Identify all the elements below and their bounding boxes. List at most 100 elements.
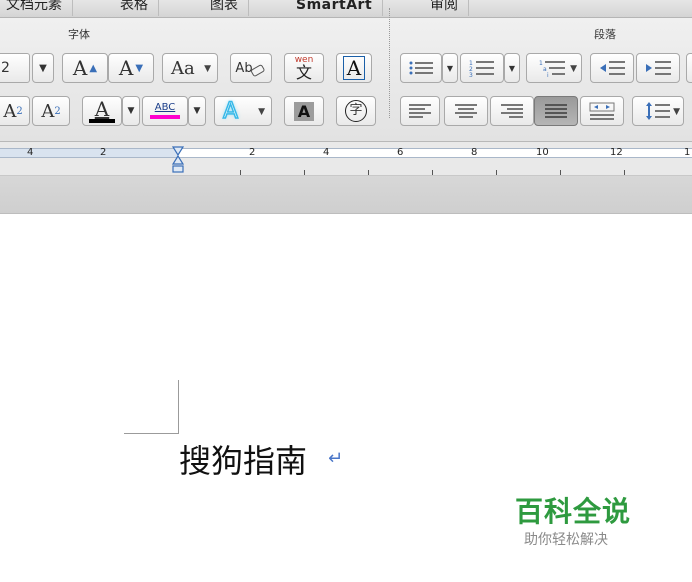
font-color-dropdown[interactable]: ▼ <box>122 96 140 126</box>
character-shading-label: A <box>293 101 315 121</box>
superscript-base: A <box>3 100 17 122</box>
ruler-label: 6 <box>397 147 404 158</box>
ruler-label: 4 <box>323 147 330 158</box>
align-center-button[interactable] <box>444 96 488 126</box>
paragraph-mark-icon: ↵ <box>328 448 344 469</box>
subscript-mark: 2 <box>54 105 61 117</box>
sort-button[interactable] <box>686 53 692 83</box>
ruler-label: 8 <box>471 147 478 158</box>
watermark-subtitle: 助你轻松解决 <box>524 532 608 548</box>
highlight-dropdown[interactable]: ▼ <box>188 96 206 126</box>
text-effects-button[interactable]: A ▼ <box>214 96 272 126</box>
margin-corner-horizontal <box>124 433 179 434</box>
chevron-down-icon: ▼ <box>127 106 135 116</box>
ruler-label: 10 <box>536 147 549 158</box>
multilevel-list-button[interactable]: 1ai ▼ <box>526 53 582 83</box>
enclose-characters-label: 字 <box>345 100 367 122</box>
ribbon-tab-bar: 文档元素 表格 图表 SmartArt 审阅 <box>0 0 692 18</box>
distributed-icon <box>589 102 615 120</box>
shrink-font-label: A <box>118 56 134 80</box>
caret-up-icon: ▲ <box>89 62 98 74</box>
highlight-button[interactable]: ABC <box>142 96 188 126</box>
subscript-button[interactable]: A2 <box>32 96 70 126</box>
superscript-button[interactable]: A2 <box>0 96 30 126</box>
ruler-label: 12 <box>610 147 623 158</box>
change-case-button[interactable]: Aa ▼ <box>162 53 218 83</box>
character-border-button[interactable]: A <box>336 53 372 83</box>
distributed-button[interactable] <box>580 96 624 126</box>
align-center-icon <box>455 104 477 118</box>
align-left-button[interactable] <box>400 96 440 126</box>
highlight-label: ABC <box>154 102 176 113</box>
enclose-characters-button[interactable]: 字 <box>336 96 376 126</box>
watermark-title: 百科全说 <box>515 495 632 528</box>
decrease-indent-button[interactable] <box>590 53 634 83</box>
indent-marker-handle[interactable] <box>172 146 184 174</box>
word-window: 文档元素 表格 图表 SmartArt 审阅 字体 段落 2 ▼ A ▲ A ▼ A… <box>0 0 692 582</box>
tab-document-elements[interactable]: 文档元素 <box>0 0 73 16</box>
align-right-button[interactable] <box>490 96 534 126</box>
ruler-label: 4 <box>27 147 34 158</box>
eraser-icon <box>250 64 265 77</box>
phonetic-guide-button[interactable]: wen 文 <box>284 53 324 83</box>
font-size-value: 2 <box>1 60 10 76</box>
group-divider <box>389 8 390 118</box>
chevron-down-icon: ▼ <box>508 63 516 73</box>
font-color-button[interactable]: A <box>82 96 122 126</box>
tab-tables[interactable]: 表格 <box>110 0 159 16</box>
ruler-label: 2 <box>100 147 107 158</box>
align-right-icon <box>501 104 523 118</box>
justify-button[interactable] <box>534 96 578 126</box>
ruler-tick <box>240 170 241 175</box>
line-spacing-button[interactable]: ▼ <box>632 96 684 126</box>
highlight-swatch <box>150 115 180 119</box>
clear-format-button[interactable]: Ab <box>230 53 272 83</box>
increase-indent-button[interactable] <box>636 53 680 83</box>
grow-font-button[interactable]: A ▲ <box>62 53 108 83</box>
tab-smartart[interactable]: SmartArt <box>286 0 384 16</box>
chevron-down-icon: ▼ <box>673 107 680 117</box>
tab-review[interactable]: 审阅 <box>420 0 469 16</box>
svg-text:i: i <box>547 72 549 77</box>
ruler-label: 2 <box>249 147 256 158</box>
font-size-dropdown-button[interactable]: ▼ <box>32 53 54 83</box>
chevron-down-icon: ▼ <box>39 62 47 74</box>
ruler-tick <box>304 170 305 175</box>
ruler-tick <box>496 170 497 175</box>
shrink-font-button[interactable]: A ▼ <box>108 53 154 83</box>
superscript-mark: 2 <box>16 105 23 117</box>
text-effects-label: A <box>222 98 239 125</box>
ruler-tick <box>368 170 369 175</box>
change-case-label: Aa <box>171 57 195 79</box>
ruler-tick <box>432 170 433 175</box>
character-border-label: A <box>342 56 366 80</box>
document-text[interactable]: 搜狗指南 <box>179 436 307 482</box>
font-color-label: A <box>94 97 110 121</box>
ruler-label: 1 <box>684 147 691 158</box>
tab-charts[interactable]: 图表 <box>200 0 249 16</box>
paragraph-group-title: 段落 <box>594 28 616 41</box>
font-color-swatch <box>89 119 115 123</box>
caret-down-icon: ▼ <box>135 62 144 74</box>
character-shading-button[interactable]: A <box>284 96 324 126</box>
numbering-dropdown[interactable]: ▼ <box>504 53 520 83</box>
font-group-title: 字体 <box>68 28 90 41</box>
font-size-field[interactable]: 2 <box>0 53 30 83</box>
numbering-icon: 123 <box>469 60 494 77</box>
multilevel-list-icon: 1ai <box>539 60 565 77</box>
chevron-down-icon: ▼ <box>204 64 211 74</box>
svg-text:3: 3 <box>469 72 473 77</box>
decrease-indent-icon <box>600 61 625 75</box>
line-spacing-icon <box>646 102 670 120</box>
bullets-button[interactable] <box>400 53 442 83</box>
chevron-down-icon: ▼ <box>258 107 265 117</box>
ruler-tick <box>560 170 561 175</box>
bullets-dropdown[interactable]: ▼ <box>442 53 458 83</box>
increase-indent-icon <box>646 61 671 75</box>
numbering-button[interactable]: 123 <box>460 53 504 83</box>
margin-corner-vertical <box>178 380 179 434</box>
document-top-band <box>0 176 692 214</box>
align-left-icon <box>409 104 431 118</box>
bullets-icon <box>409 61 433 75</box>
chevron-down-icon: ▼ <box>193 106 201 116</box>
